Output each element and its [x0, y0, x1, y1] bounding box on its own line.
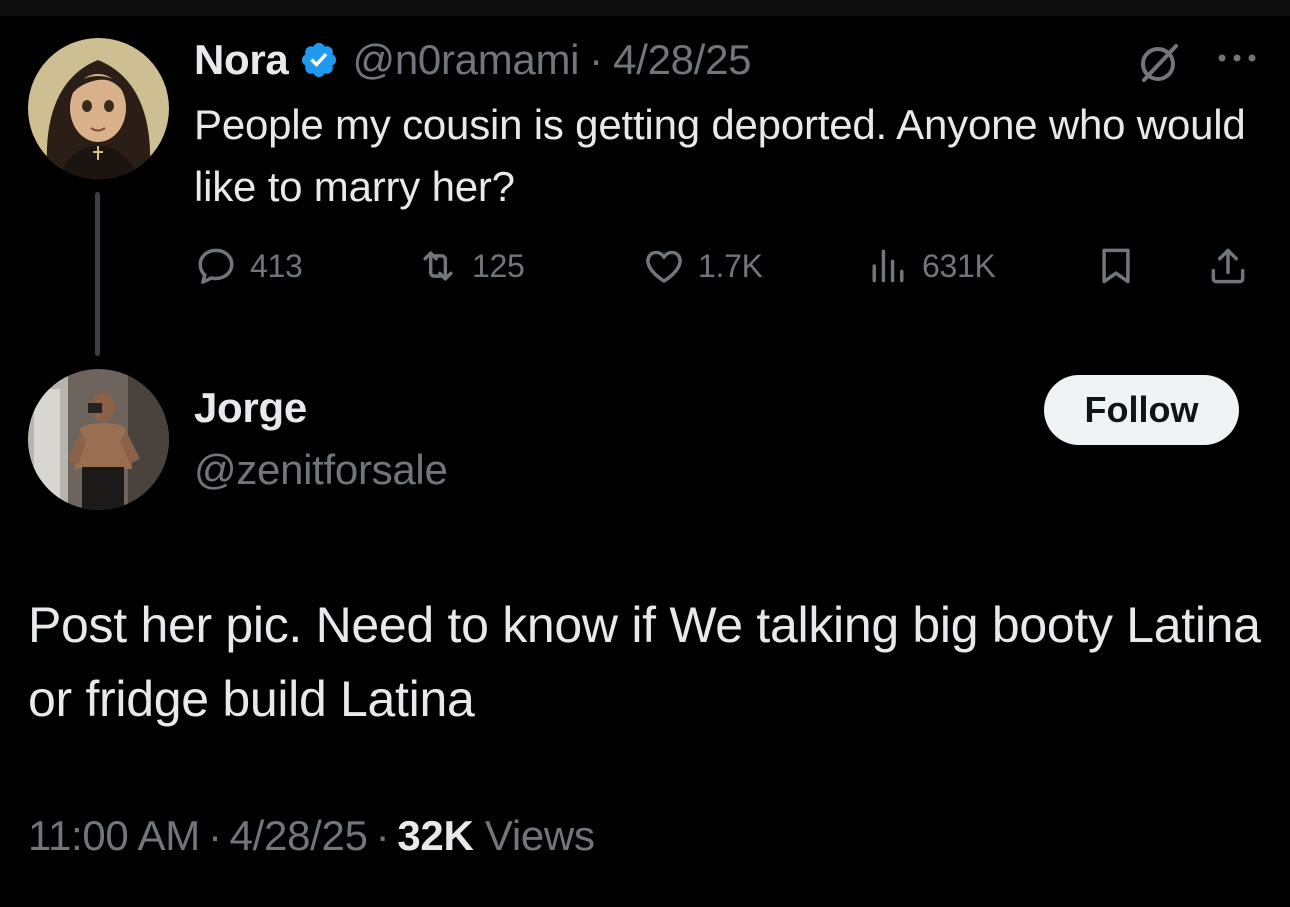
reply-tweet-text: Post her pic. Need to know if We talking… — [28, 597, 1261, 727]
bookmark-icon — [1102, 248, 1130, 284]
avatar-nora[interactable] — [28, 38, 169, 179]
grok-icon[interactable] — [1136, 40, 1184, 84]
reply-icon — [198, 248, 234, 284]
top-status-strip — [0, 0, 1290, 16]
separator-dot: · — [207, 812, 222, 859]
share-icon — [1211, 248, 1245, 284]
tweet-date[interactable]: 4/28/25 — [230, 812, 368, 859]
tweet-time[interactable]: 11:00 AM — [28, 812, 200, 859]
reply-author-name[interactable]: Jorge — [194, 384, 307, 432]
like-icon — [646, 250, 682, 283]
like-count: 1.7K — [698, 247, 763, 284]
parent-tweet-text: People my cousin is getting deported. An… — [194, 101, 1246, 210]
views-count: 32K — [397, 812, 474, 859]
author-handle[interactable]: @n0ramami — [353, 36, 580, 84]
views-label: Views — [484, 812, 595, 859]
retweet-button[interactable]: 125 — [416, 236, 525, 296]
parent-tweet-header: Nora @n0ramami · 4/28/25 — [194, 32, 752, 88]
views-icon — [872, 249, 904, 283]
views-button[interactable]: 631K — [866, 236, 996, 296]
reply-button[interactable]: 413 — [194, 236, 303, 296]
parent-tweet-actions: 413 125 1.7K 631K — [194, 236, 1264, 296]
verified-badge-icon — [301, 42, 336, 78]
more-icon[interactable] — [1214, 46, 1260, 70]
separator-dot: · — [589, 36, 604, 83]
retweet-count: 125 — [472, 247, 525, 284]
tweet-meta-row: 11:00 AM · 4/28/25 · 32K Views — [28, 812, 595, 860]
avatar-jorge[interactable] — [28, 369, 169, 510]
like-button[interactable]: 1.7K — [642, 236, 763, 296]
bookmark-button[interactable] — [1094, 236, 1138, 296]
separator-dot: · — [375, 812, 390, 859]
follow-button[interactable]: Follow — [1044, 375, 1239, 445]
tweet-date[interactable]: 4/28/25 — [613, 36, 751, 84]
share-button[interactable] — [1206, 236, 1250, 296]
thread-connector-line — [95, 192, 100, 356]
retweet-icon — [423, 251, 453, 281]
reply-author-handle[interactable]: @zenitforsale — [194, 446, 448, 494]
views-count: 631K — [922, 247, 996, 284]
reply-count: 413 — [250, 247, 303, 284]
author-name[interactable]: Nora — [194, 36, 289, 84]
